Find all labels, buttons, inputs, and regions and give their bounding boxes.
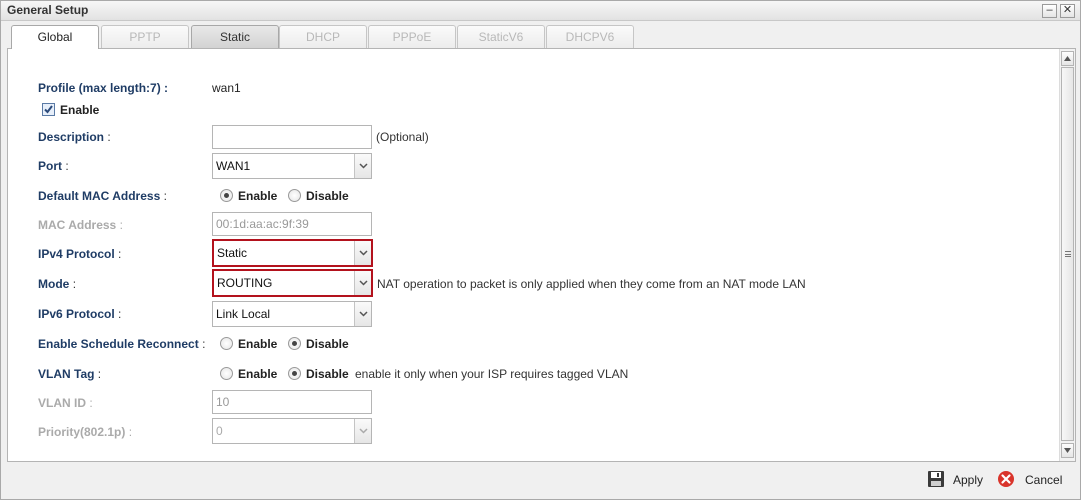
ipv6-protocol-label: IPv6 Protocol [38, 307, 115, 321]
chevron-down-icon [359, 280, 368, 286]
vlan-tag-note: enable it only when your ISP requires ta… [355, 367, 629, 381]
schedule-reconnect-label: Enable Schedule Reconnect [38, 337, 199, 351]
ipv6-protocol-select[interactable]: Link Local [212, 301, 372, 327]
minimize-button[interactable]: – [1042, 4, 1057, 18]
tab-staticv6[interactable]: StaticV6 [457, 25, 545, 48]
ipv6-protocol-value: Link Local [216, 307, 271, 321]
priority-value: 0 [216, 424, 223, 438]
ipv4-dropdown-button[interactable] [354, 241, 371, 265]
arrow-up-icon [1064, 56, 1071, 61]
description-hint: (Optional) [376, 130, 429, 144]
checkmark-icon [44, 105, 53, 114]
grip-icon [1065, 251, 1071, 257]
default-mac-label-wrap: Default MAC Address : [38, 189, 167, 203]
mode-select[interactable]: ROUTING [212, 269, 373, 297]
default-mac-enable-label: Enable [238, 189, 278, 203]
enable-checkbox[interactable] [42, 103, 55, 116]
schedule-enable-label: Enable [238, 337, 278, 351]
chevron-down-icon [359, 428, 368, 434]
schedule-label-wrap: Enable Schedule Reconnect : [38, 337, 206, 351]
vlan-tag-label: VLAN Tag [38, 367, 95, 381]
mac-address-label: MAC Address [38, 218, 117, 232]
vlan-enable-label: Enable [238, 367, 278, 381]
ipv6-label-wrap: IPv6 Protocol : [38, 307, 122, 321]
cancel-label: Cancel [1025, 473, 1063, 487]
mac-address-input[interactable] [212, 212, 372, 236]
port-dropdown-button[interactable] [354, 154, 371, 178]
default-mac-label: Default MAC Address [38, 189, 161, 203]
enable-label: Enable [60, 103, 100, 117]
profile-value: wan1 [212, 81, 241, 95]
ipv4-protocol-select[interactable]: Static [212, 239, 373, 267]
default-mac-disable-radio[interactable] [288, 189, 301, 202]
port-label: Port [38, 159, 62, 173]
apply-button[interactable]: Apply [927, 470, 987, 490]
close-button[interactable]: ✕ [1060, 4, 1075, 18]
general-setup-window: General Setup – ✕ Global PPTP Static DHC… [0, 0, 1081, 500]
vlan-id-label-wrap: VLAN ID : [38, 396, 93, 410]
tab-static[interactable]: Static [191, 25, 279, 48]
default-mac-disable-label: Disable [306, 189, 349, 203]
priority-select[interactable]: 0 [212, 418, 372, 444]
description-label-wrap: Description : [38, 130, 111, 144]
port-value: WAN1 [216, 159, 251, 173]
port-select[interactable]: WAN1 [212, 153, 372, 179]
chevron-down-icon [359, 250, 368, 256]
mode-label-wrap: Mode : [38, 277, 77, 291]
schedule-disable-label: Disable [306, 337, 349, 351]
scroll-up-button[interactable] [1061, 51, 1074, 66]
chevron-down-icon [359, 311, 368, 317]
description-label: Description [38, 130, 105, 144]
settings-panel: Profile (max length:7) : wan1 Enable Des… [7, 48, 1076, 462]
priority-label: Priority(802.1p) [38, 425, 126, 439]
default-mac-enable-radio[interactable] [220, 189, 233, 202]
priority-label-wrap: Priority(802.1p) : [38, 425, 133, 439]
mode-note: NAT operation to packet is only applied … [377, 277, 806, 291]
vlan-id-input[interactable] [212, 390, 372, 414]
mode-dropdown-button[interactable] [354, 271, 371, 295]
cancel-icon [998, 471, 1014, 487]
window-title: General Setup [7, 3, 89, 17]
mode-value: ROUTING [217, 276, 273, 290]
tab-pppoe[interactable]: PPPoE [368, 25, 456, 48]
vlan-id-label: VLAN ID [38, 396, 86, 410]
tab-dhcpv6[interactable]: DHCPV6 [546, 25, 634, 48]
scroll-down-button[interactable] [1061, 443, 1074, 458]
chevron-down-icon [359, 163, 368, 169]
save-icon [928, 471, 944, 487]
profile-label: Profile (max length:7) : [38, 81, 169, 95]
vertical-scrollbar[interactable] [1059, 49, 1075, 461]
vlan-enable-radio[interactable] [220, 367, 233, 380]
ipv4-label-wrap: IPv4 Protocol : [38, 247, 122, 261]
schedule-disable-radio[interactable] [288, 337, 301, 350]
title-bar: General Setup – ✕ [1, 1, 1080, 21]
tab-global[interactable]: Global [11, 25, 99, 49]
tab-pptp[interactable]: PPTP [101, 25, 189, 48]
apply-label: Apply [953, 473, 984, 487]
vlan-tag-label-wrap: VLAN Tag : [38, 367, 102, 381]
schedule-enable-radio[interactable] [220, 337, 233, 350]
tab-dhcp[interactable]: DHCP [279, 25, 367, 48]
port-label-wrap: Port : [38, 159, 69, 173]
mode-label: Mode [38, 277, 70, 291]
mac-address-label-wrap: MAC Address : [38, 218, 123, 232]
scroll-thumb[interactable] [1061, 67, 1074, 441]
vlan-disable-label: Disable [306, 367, 349, 381]
ipv6-dropdown-button[interactable] [354, 302, 371, 326]
priority-dropdown-button[interactable] [354, 419, 371, 443]
vlan-disable-radio[interactable] [288, 367, 301, 380]
cancel-button[interactable]: Cancel [997, 470, 1067, 490]
ipv4-protocol-label: IPv4 Protocol [38, 247, 115, 261]
arrow-down-icon [1064, 448, 1071, 453]
description-input[interactable] [212, 125, 372, 149]
footer-bar: Apply Cancel [1, 462, 1080, 499]
ipv4-protocol-value: Static [217, 246, 248, 260]
